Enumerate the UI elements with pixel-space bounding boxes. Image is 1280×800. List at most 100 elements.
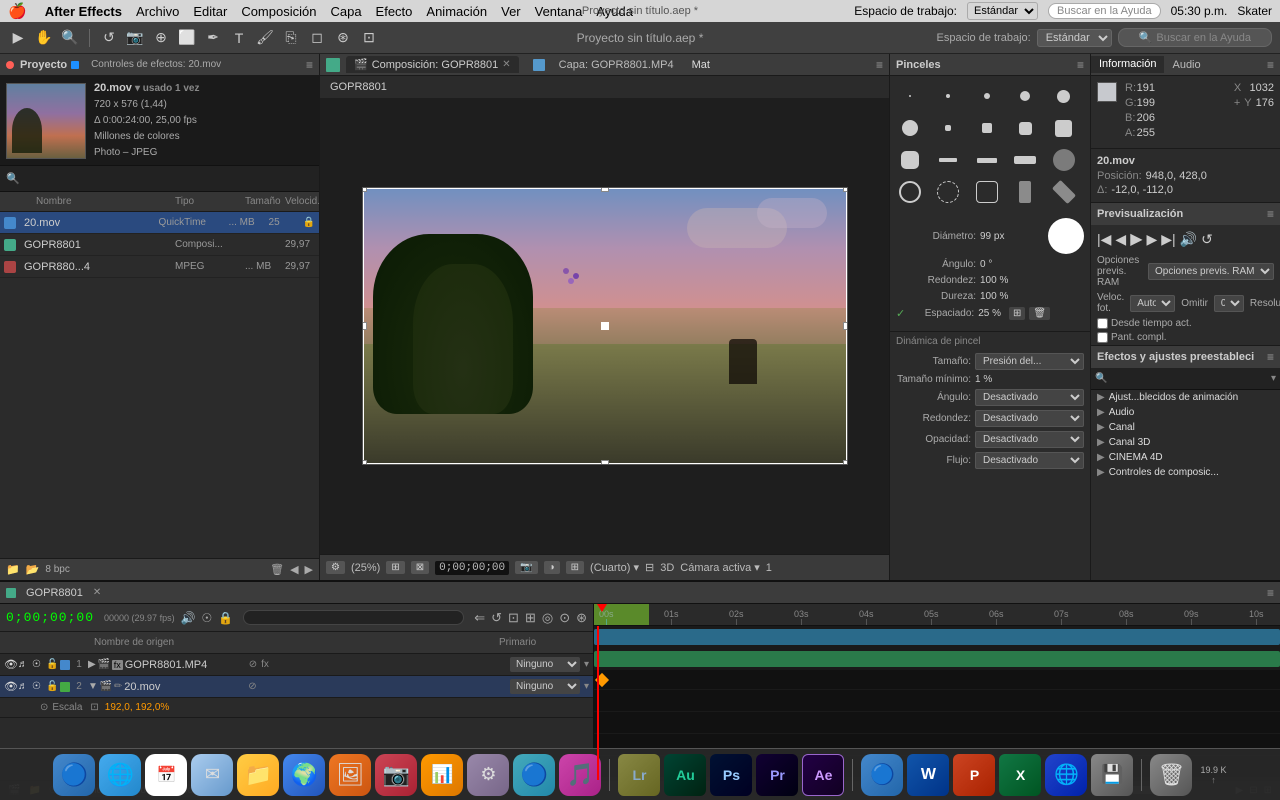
handle-tr[interactable] <box>843 187 848 192</box>
help-search[interactable]: Buscar en la Ayuda <box>1048 3 1161 19</box>
tl-tool-3[interactable]: ⊡ <box>508 610 519 626</box>
brushes-menu[interactable]: ≡ <box>1077 58 1084 72</box>
dock-itunes[interactable]: 🎵 <box>559 754 601 796</box>
workspace-select[interactable]: Estándar <box>967 2 1038 20</box>
composition-canvas[interactable] <box>320 98 889 554</box>
dock-trash[interactable]: 🗑 <box>1150 754 1192 796</box>
comp-pixel-btn[interactable]: ⊠ <box>411 561 429 574</box>
tl-layer-2-lock[interactable]: 🔓 <box>46 681 60 692</box>
tl-layer-1-expand[interactable]: ▶ <box>88 659 96 670</box>
spacing-check[interactable]: ✓ <box>896 307 905 320</box>
grid-btn[interactable]: ⊞ <box>566 561 584 574</box>
toolbar-camera-tool[interactable]: 📷 <box>125 28 145 48</box>
project-panel-close[interactable] <box>6 61 14 69</box>
comp-panel-menu[interactable]: ≡ <box>876 58 883 72</box>
dock-keynote[interactable]: 📊 <box>421 754 463 796</box>
dock-premiere[interactable]: Pr <box>756 754 798 796</box>
comp-fit-btn[interactable]: ⊞ <box>386 561 404 574</box>
preview-play[interactable]: ▶ <box>1130 229 1142 249</box>
tl-track-1-bar[interactable] <box>594 629 1280 645</box>
brush-11b[interactable] <box>1050 178 1078 206</box>
brush-5b[interactable] <box>934 114 962 142</box>
trash-icon[interactable]: 🗑 <box>270 563 284 576</box>
dock-files[interactable]: 📁 <box>237 754 279 796</box>
dock-storage[interactable]: 💾 <box>1091 754 1133 796</box>
brush-angle-dropdown[interactable]: Desactivado <box>975 389 1084 406</box>
help-search-toolbar[interactable]: 🔍 Buscar en la Ayuda <box>1118 28 1272 47</box>
brush-300[interactable] <box>973 178 1001 206</box>
dock-excel[interactable]: X <box>999 754 1041 796</box>
preview-options-select[interactable]: Opciones previs. RAM <box>1148 263 1274 280</box>
brush-3[interactable] <box>934 82 962 110</box>
handle-bc[interactable] <box>601 460 609 465</box>
camera-dropdown-wrap[interactable]: Cámara activa ▾ <box>680 561 760 574</box>
tl-tool-4[interactable]: ⊞ <box>525 610 536 626</box>
dock-word[interactable]: W <box>907 754 949 796</box>
brush-flow-dropdown[interactable]: Desactivado <box>975 452 1084 469</box>
dock-audition[interactable]: Au <box>664 754 706 796</box>
workspace-dropdown-toolbar[interactable]: Estándar <box>1037 29 1112 47</box>
zoom-display[interactable]: (25%) <box>351 562 380 574</box>
tl-track-2-bar[interactable] <box>594 651 1280 667</box>
preview-fps-select[interactable]: Autom. <box>1130 295 1175 312</box>
tl-layer-2-dropdown[interactable]: ▾ <box>584 681 589 692</box>
toolbar-text-tool[interactable]: T <box>229 28 249 48</box>
tl-layer-1-dropdown[interactable]: ▾ <box>584 659 589 670</box>
timecode-display[interactable]: 0;00;00;00 <box>435 561 509 575</box>
tl-solo-icon[interactable]: ☉ <box>202 611 213 625</box>
info-tab-info[interactable]: Información <box>1091 56 1164 73</box>
tl-tool-6[interactable]: ⊙ <box>559 610 570 626</box>
timeline-menu[interactable]: ≡ <box>1267 586 1274 600</box>
show-channel-btn[interactable]: ◑ <box>544 561 560 574</box>
tl-layer-2-name[interactable]: 20.mov <box>124 681 244 693</box>
info-tab-audio[interactable]: Audio <box>1164 57 1208 73</box>
toolbar-clone-tool[interactable]: ⎘ <box>281 28 301 48</box>
toolbar-shape-tool[interactable]: ⬜ <box>177 28 197 48</box>
brush-27[interactable] <box>934 146 962 174</box>
dock-chrome[interactable]: 🌍 <box>283 754 325 796</box>
import-icon[interactable]: 📂 <box>26 563 40 576</box>
effect-item-6[interactable]: ▶ Controles de composic... <box>1091 465 1280 480</box>
dock-finder[interactable]: 🔵 <box>53 754 95 796</box>
tl-tool-1[interactable]: ⇐ <box>474 610 485 626</box>
handle-tc[interactable] <box>601 187 609 192</box>
dock-aftereffects[interactable]: Ae <box>802 754 844 796</box>
tl-layer-2-eye[interactable]: 👁 <box>4 680 18 694</box>
tl-layer-2-solo[interactable]: ☉ <box>32 681 46 692</box>
tl-layer-1-lock[interactable]: 🔓 <box>46 659 60 670</box>
brush-65[interactable] <box>1050 146 1078 174</box>
menu-composicion[interactable]: Composición <box>241 4 316 19</box>
dock-preview[interactable]: 🖼 <box>329 754 371 796</box>
region-btn[interactable]: ⊟ <box>645 561 654 574</box>
dock-safari[interactable]: 🌐 <box>99 754 141 796</box>
effect-item-5[interactable]: ▶ CINEMA 4D <box>1091 450 1280 465</box>
dock-powerpoint[interactable]: P <box>953 754 995 796</box>
menu-aftereffects[interactable]: After Effects <box>45 4 122 19</box>
brush-size-dropdown[interactable]: Presión del... <box>975 353 1084 370</box>
tl-layer-1-eye[interactable]: 👁 <box>4 658 18 672</box>
dock-lightroom[interactable]: Lr <box>618 754 660 796</box>
toolbar-puppet-tool[interactable]: ⊡ <box>359 28 379 48</box>
file-item-1[interactable]: 20.mov QuickTime ... MB 25 🔒 <box>0 212 319 234</box>
tl-audio-icon[interactable]: 🔊 <box>181 611 196 625</box>
preview-audio[interactable]: 🔊 <box>1180 231 1197 248</box>
tl-playhead[interactable] <box>597 626 599 780</box>
brush-19[interactable] <box>896 114 924 142</box>
brush-roundness-dropdown[interactable]: Desactivado <box>975 410 1084 427</box>
brush-100[interactable] <box>896 178 924 206</box>
toolbar-rotation-tool[interactable]: ↺ <box>99 28 119 48</box>
project-search-input[interactable] <box>24 173 313 185</box>
tl-layer-1-mode[interactable]: Ninguno <box>510 657 580 672</box>
toolbar-select-tool[interactable]: ▶ <box>8 28 28 48</box>
brush-9[interactable] <box>1011 82 1039 110</box>
composition-tab[interactable]: 🎬 Composición: GOPR8801 ✕ <box>346 56 519 73</box>
dock-network[interactable]: 🌐 <box>1045 754 1087 796</box>
menu-capa[interactable]: Capa <box>330 4 361 19</box>
tl-layer-row-2[interactable]: 👁 ♬ ☉ 🔓 2 ▼ 🎬 ✏ 20.mov ⊘ Ninguno ▾ <box>0 676 593 698</box>
menu-ver[interactable]: Ver <box>501 4 521 19</box>
timeline-tab[interactable]: GOPR8801 <box>26 587 83 599</box>
preview-next-frame[interactable]: ▶ <box>1147 231 1158 248</box>
full-screen-check[interactable]: Pant. compl. <box>1097 332 1274 343</box>
brush-13b[interactable] <box>1011 114 1039 142</box>
brush-45[interactable] <box>1011 146 1039 174</box>
